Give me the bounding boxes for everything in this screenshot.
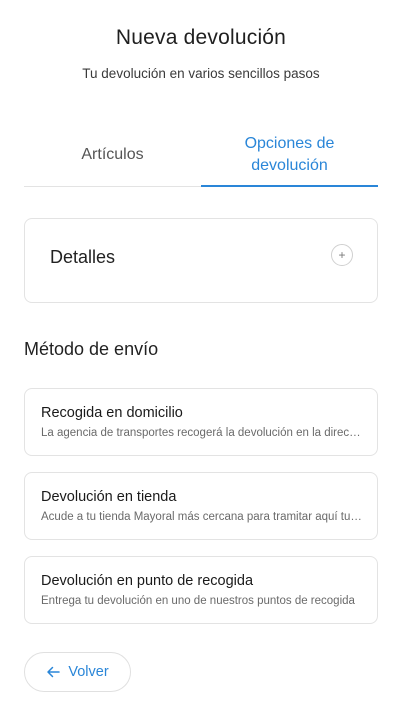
details-label: Detalles	[50, 247, 116, 267]
shipping-option-title: Devolución en tienda	[41, 489, 177, 505]
shipping-option-pickup-point[interactable]: Devolución en punto de recogida Entrega …	[24, 556, 378, 624]
shipping-option-description: Acude a tu tienda Mayoral más cercana pa…	[41, 511, 363, 523]
page-subtitle: Tu devolución en varios sencillos pasos	[82, 66, 320, 81]
return-page: Nueva devolución Tu devolución en varios…	[0, 0, 402, 715]
shipping-option-title: Devolución en punto de recogida	[41, 573, 254, 589]
shipping-method-title: Método de envío	[24, 339, 159, 359]
shipping-option-title: Recogida en domicilio	[41, 405, 183, 421]
shipping-option-description: La agencia de transportes recogerá la de…	[41, 427, 363, 439]
shipping-option-home-pickup[interactable]: Recogida en domicilio La agencia de tran…	[24, 388, 378, 456]
plus-icon[interactable]: +	[331, 244, 353, 266]
arrow-left-icon	[46, 666, 61, 678]
step-tabs: Artículos Opciones de devolución	[24, 124, 378, 187]
tab-opciones-devolucion[interactable]: Opciones de devolución	[201, 124, 378, 187]
details-accordion[interactable]: Detalles +	[24, 218, 378, 303]
page-title: Nueva devolución	[115, 26, 287, 49]
tab-articulos[interactable]: Artículos	[24, 124, 201, 186]
back-button[interactable]: Volver	[24, 652, 131, 692]
shipping-option-store-return[interactable]: Devolución en tienda Acude a tu tienda M…	[24, 472, 378, 540]
shipping-option-description: Entrega tu devolución en uno de nuestros…	[41, 595, 355, 607]
back-button-label: Volver	[68, 664, 109, 680]
